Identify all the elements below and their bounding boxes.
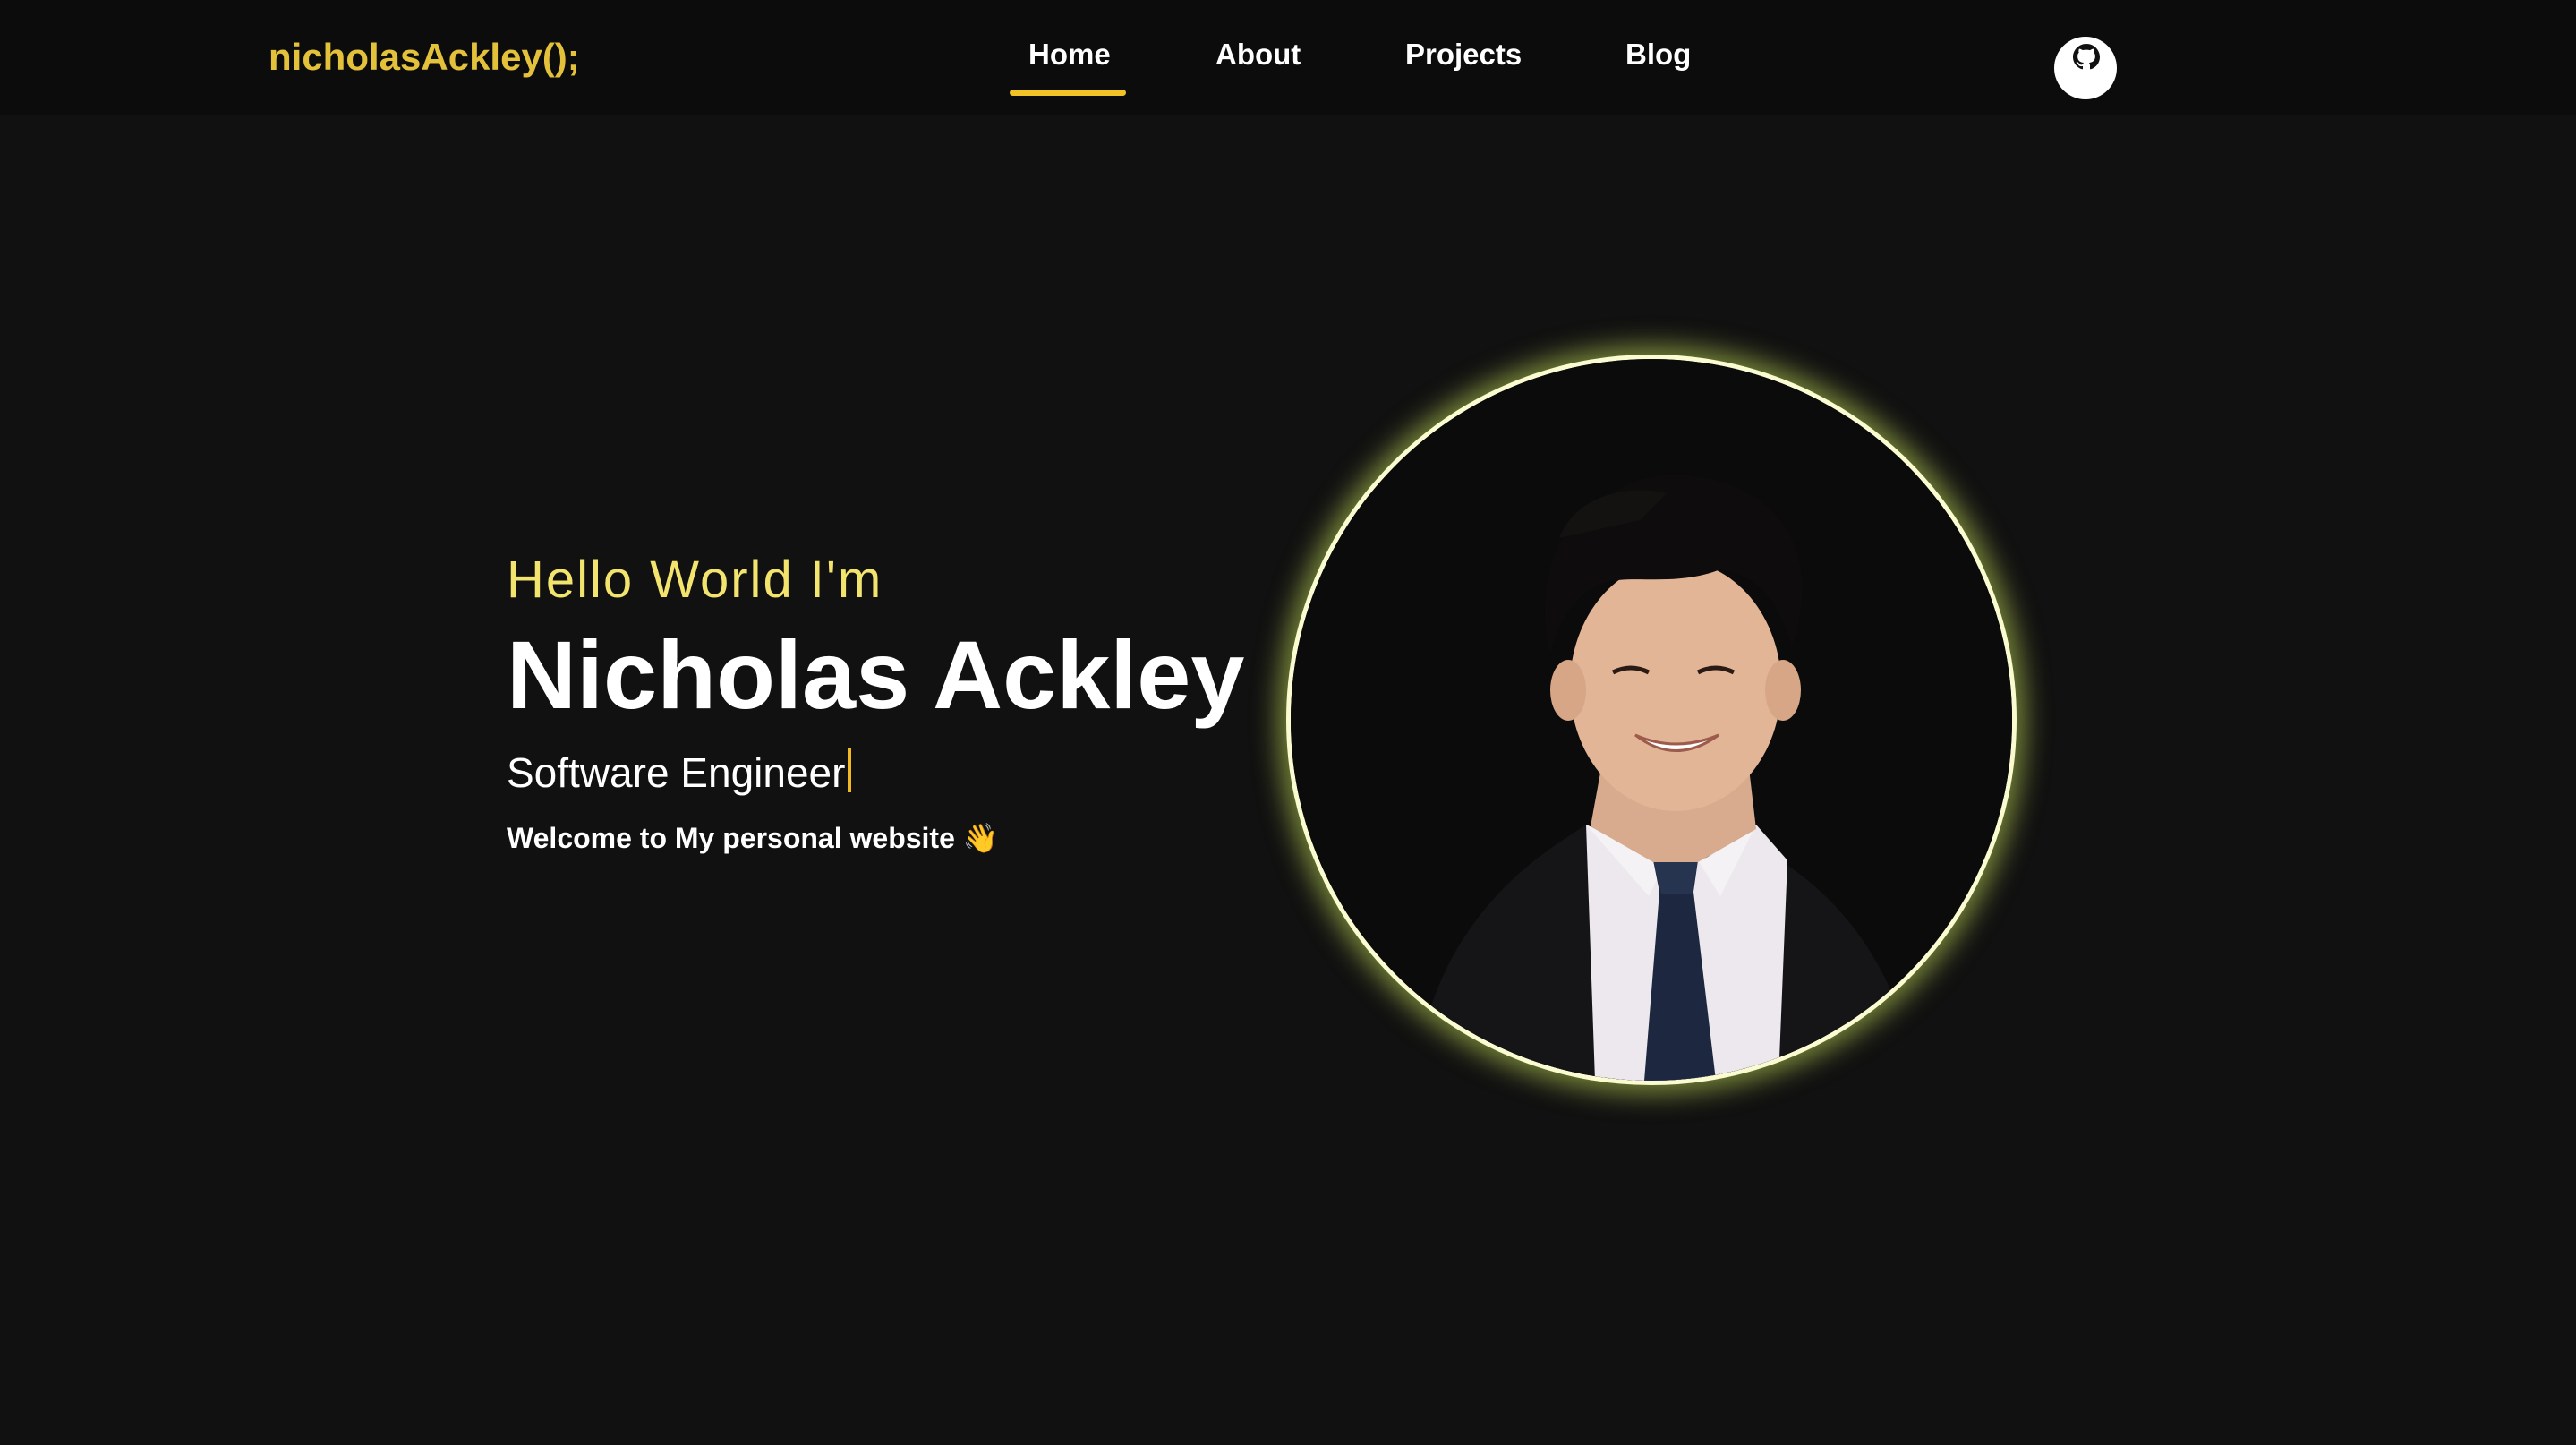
profile-photo	[1291, 359, 2012, 1081]
github-icon	[2073, 44, 2100, 70]
brand-logo-link[interactable]: nicholasAckley();	[269, 32, 580, 82]
hero-welcome: Welcome to My personal website 👋	[507, 822, 999, 854]
hero-role: Software Engineer	[507, 745, 852, 800]
nav-link-home[interactable]: Home	[1028, 34, 1111, 75]
nav-link-blog[interactable]: Blog	[1625, 34, 1691, 75]
nav-link-projects[interactable]: Projects	[1405, 34, 1522, 75]
profile-photo-frame	[1286, 355, 2017, 1085]
nav-link-about[interactable]: About	[1215, 34, 1301, 75]
top-navbar: nicholasAckley(); Home About Projects Bl…	[0, 0, 2576, 115]
typing-cursor	[848, 748, 852, 792]
hero-greeting: Hello World I'm	[507, 551, 883, 609]
hero-role-text: Software Engineer	[507, 749, 846, 796]
hero-name: Nicholas Ackley	[507, 620, 1245, 729]
active-nav-indicator	[1010, 90, 1126, 96]
github-button[interactable]	[2054, 37, 2117, 99]
